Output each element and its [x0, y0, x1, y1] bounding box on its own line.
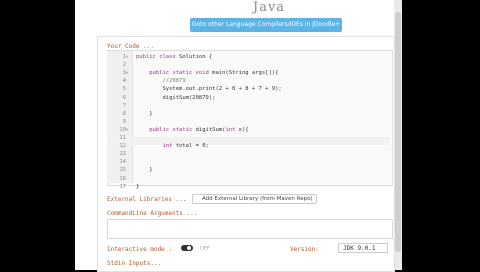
- commandline-arguments-label: CommandLine Arguments ...: [107, 210, 198, 217]
- version-label: Version:: [290, 246, 319, 253]
- code-line[interactable]: public static void main(String args[]){: [136, 70, 278, 76]
- code-line[interactable]: digitSum(20879);: [136, 95, 215, 101]
- code-line[interactable]: //20879: [136, 78, 185, 84]
- line-number: 8: [122, 110, 126, 117]
- stdin-inputs-label: Stdin Inputs...: [107, 260, 162, 267]
- fold-arrow-icon[interactable]: ▾: [126, 55, 128, 60]
- line-number: 10: [119, 126, 126, 133]
- code-line[interactable]: public class Solution {: [136, 54, 212, 60]
- code-line[interactable]: public static digitSum(int x){: [136, 127, 248, 133]
- scrollbar-thumb[interactable]: [395, 12, 401, 252]
- interactive-mode-state: OFF: [200, 246, 210, 252]
- line-number: 5: [122, 86, 126, 93]
- line-number: 4: [122, 78, 126, 85]
- goto-other-languages-button[interactable]: Goto other Language Compilers/IDEs in JD…: [190, 18, 342, 32]
- line-number: 14: [119, 159, 126, 166]
- line-number: 13: [119, 151, 126, 158]
- line-number: 9: [122, 118, 126, 125]
- line-number: 16: [119, 175, 126, 182]
- line-number: 7: [122, 102, 126, 109]
- version-select[interactable]: JDK 9.0.1: [338, 243, 388, 253]
- your-code-label: Your Code ...: [107, 43, 154, 50]
- page-title: Java: [253, 0, 286, 15]
- line-number: 6: [122, 94, 126, 101]
- line-number: 17: [119, 183, 126, 190]
- fold-arrow-icon[interactable]: ▾: [126, 71, 128, 76]
- code-line[interactable]: }: [136, 111, 152, 117]
- line-number: 2: [122, 62, 126, 69]
- code-line[interactable]: System.out.print(2 + 0 + 8 + 7 + 9);: [136, 86, 281, 92]
- code-line[interactable]: int total = 0;: [136, 143, 209, 149]
- line-number: 12: [119, 143, 126, 150]
- add-external-library-button[interactable]: Add External Library (from Maven Repo): [192, 194, 317, 204]
- line-number: 11: [119, 135, 126, 141]
- interactive-mode-label: Interactive mode :: [107, 246, 173, 253]
- line-number: 3: [122, 70, 126, 77]
- code-line[interactable]: }: [136, 167, 152, 173]
- external-libraries-label: External Libraries ...: [107, 196, 187, 203]
- line-number: 15: [119, 167, 126, 174]
- code-line[interactable]: }: [136, 184, 139, 190]
- line-number: 1: [122, 54, 126, 60]
- commandline-arguments-input[interactable]: [107, 219, 393, 239]
- toggle-knob: [187, 246, 191, 250]
- fold-arrow-icon[interactable]: ▾: [126, 128, 128, 133]
